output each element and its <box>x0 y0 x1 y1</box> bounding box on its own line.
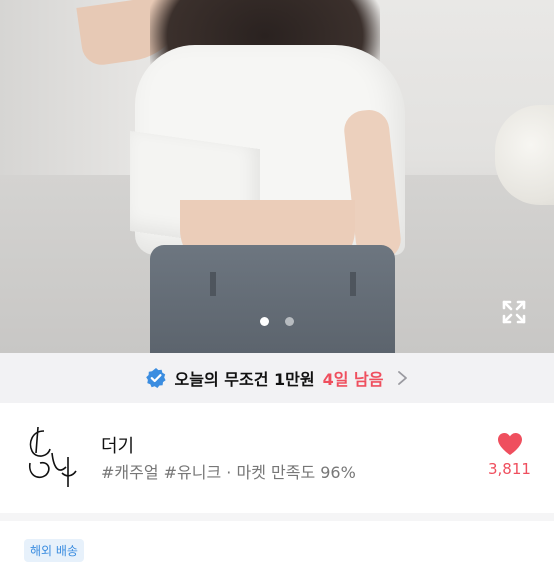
carousel-dot[interactable] <box>285 317 294 326</box>
section-divider <box>0 513 554 521</box>
promo-title: 오늘의 무조건 1만원 <box>174 370 315 389</box>
shop-info[interactable]: 더기 #캐주얼 #유니크 · 마켓 만족도 96% 3,811 <box>0 403 554 513</box>
chevron-right-icon <box>398 371 408 385</box>
heart-icon[interactable] <box>497 432 523 456</box>
shop-logo[interactable] <box>24 423 82 491</box>
shipping-badge: 해외 배송 <box>24 539 84 562</box>
jeans-belt-loop <box>210 272 216 296</box>
jeans-belt-loop <box>350 272 356 296</box>
carousel-indicator <box>0 317 554 327</box>
like-count: 3,811 <box>488 460 531 478</box>
denim-jeans <box>150 245 395 353</box>
promo-remaining-days: 4일 남음 <box>322 370 384 389</box>
carousel-dot-active[interactable] <box>260 317 269 326</box>
expand-icon[interactable] <box>501 299 527 325</box>
shop-name[interactable]: 더기 <box>101 432 134 458</box>
verified-check-icon <box>145 368 166 388</box>
product-image[interactable] <box>0 0 554 353</box>
promo-banner[interactable]: 오늘의 무조건 1만원 4일 남음 <box>0 353 554 403</box>
shop-tags: #캐주얼 #유니크 · 마켓 만족도 96% <box>101 463 356 482</box>
